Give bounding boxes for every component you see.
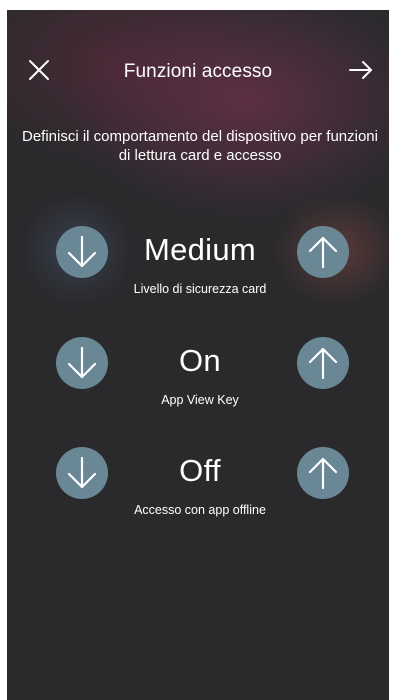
arrow-down-icon xyxy=(67,346,97,379)
page-description: Definisci il comportamento del dispositi… xyxy=(21,128,378,164)
arrow-up-icon xyxy=(308,457,338,490)
arrow-up-icon xyxy=(308,236,338,269)
increase-button[interactable] xyxy=(297,226,349,278)
setting-value: Medium xyxy=(143,232,257,267)
arrow-up-icon xyxy=(308,347,338,380)
setting-row-card-security: Medium Livello di sicurezza card xyxy=(7,224,389,334)
setting-label: App View Key xyxy=(161,393,239,407)
setting-row-app-view-key: On App View Key xyxy=(7,335,389,445)
header-bar: Funzioni accesso xyxy=(7,50,389,90)
close-icon xyxy=(29,60,49,80)
setting-value: On xyxy=(179,343,221,378)
decrease-button[interactable] xyxy=(56,447,108,499)
page-title: Funzioni accesso xyxy=(123,61,273,82)
increase-button[interactable] xyxy=(297,337,349,389)
setting-label: Livello di sicurezza card xyxy=(133,282,267,296)
close-button[interactable] xyxy=(23,54,55,86)
setting-value: Off xyxy=(179,453,221,488)
arrow-down-icon xyxy=(67,456,97,489)
next-button[interactable] xyxy=(345,54,377,86)
setting-label: Accesso con app offline xyxy=(134,503,266,517)
arrow-right-icon xyxy=(349,61,372,79)
increase-button[interactable] xyxy=(297,447,349,499)
decrease-button[interactable] xyxy=(56,337,108,389)
decrease-button[interactable] xyxy=(56,226,108,278)
screen: Funzioni accesso Definisci il comportame… xyxy=(7,10,389,700)
setting-row-offline-access: Off Accesso con app offline xyxy=(7,445,389,555)
arrow-down-icon xyxy=(67,235,97,268)
